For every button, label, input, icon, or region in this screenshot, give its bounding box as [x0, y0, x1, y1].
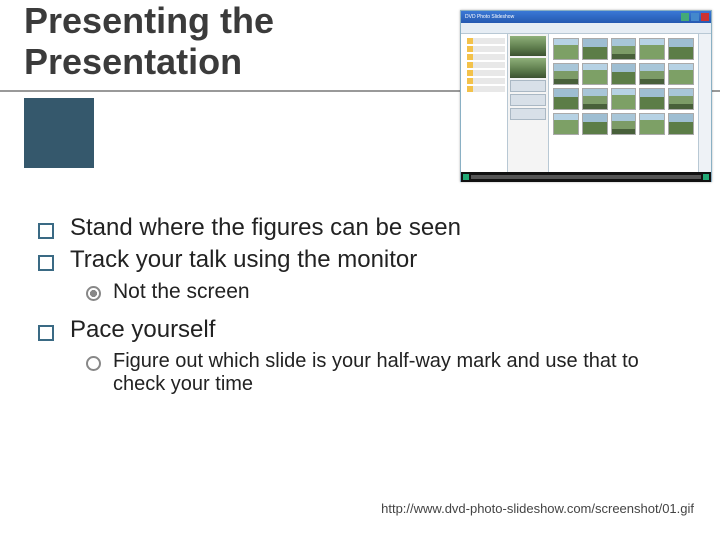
preview-tool	[510, 94, 546, 106]
circle-bullet-icon	[86, 356, 101, 371]
window-body	[461, 34, 711, 172]
photo-thumb	[553, 38, 579, 60]
photo-thumb	[668, 88, 694, 110]
photo-thumb	[611, 88, 637, 110]
window-titlebar: DVD Photo Slideshow	[461, 11, 711, 23]
photo-thumb	[553, 88, 579, 110]
folder-icon	[467, 38, 505, 44]
square-bullet-icon	[38, 223, 54, 239]
bullet-text: Track your talk using the monitor	[70, 246, 417, 274]
sub-bullet-item: Not the screen	[86, 280, 690, 304]
folder-tree	[461, 34, 508, 172]
window-toolbar	[461, 23, 711, 34]
photo-thumb	[611, 38, 637, 60]
slide: Presenting the Presentation DVD Photo Sl…	[0, 0, 720, 540]
photo-thumb	[553, 113, 579, 135]
maximize-icon	[691, 13, 699, 21]
photo-thumb	[582, 38, 608, 60]
preview-pane	[508, 34, 549, 172]
preview-thumb	[510, 58, 546, 78]
slide-title: Presenting the Presentation	[24, 0, 444, 83]
photo-thumb	[639, 113, 665, 135]
photo-thumb	[639, 38, 665, 60]
photo-thumb	[668, 113, 694, 135]
photo-thumb	[639, 63, 665, 85]
right-panel	[698, 34, 711, 172]
preview-thumb	[510, 36, 546, 56]
sub-bullet-item: Figure out which slide is your half-way …	[86, 350, 690, 396]
square-bullet-icon	[38, 255, 54, 271]
close-icon	[701, 13, 709, 21]
folder-icon	[467, 62, 505, 68]
folder-icon	[467, 54, 505, 60]
bullet-text: Stand where the figures can be seen	[70, 214, 461, 242]
photo-thumb	[553, 63, 579, 85]
photo-thumb	[611, 113, 637, 135]
minimize-icon	[681, 13, 689, 21]
status-bar	[471, 175, 701, 179]
preview-tool	[510, 108, 546, 120]
bullet-text: Not the screen	[113, 280, 250, 304]
bullet-item: Track your talk using the monitor	[38, 246, 690, 274]
status-chip	[463, 174, 469, 180]
bullet-item: Pace yourself	[38, 316, 690, 344]
folder-icon	[467, 46, 505, 52]
preview-tool	[510, 80, 546, 92]
folder-icon	[467, 78, 505, 84]
photo-thumb	[582, 63, 608, 85]
folder-icon	[467, 70, 505, 76]
target-bullet-icon	[86, 286, 101, 301]
bullet-text: Figure out which slide is your half-way …	[113, 350, 690, 396]
photo-thumb	[668, 63, 694, 85]
thumbnail-grid	[549, 34, 698, 172]
square-bullet-icon	[38, 325, 54, 341]
bullet-list: Stand where the figures can be seen Trac…	[28, 210, 690, 402]
bullet-item: Stand where the figures can be seen	[38, 214, 690, 242]
bottom-bar	[461, 172, 711, 182]
window-title: DVD Photo Slideshow	[463, 14, 679, 20]
status-chip	[703, 174, 709, 180]
image-citation: http://www.dvd-photo-slideshow.com/scree…	[381, 501, 694, 516]
photo-thumb	[582, 113, 608, 135]
bullet-text: Pace yourself	[70, 316, 215, 344]
embedded-screenshot: DVD Photo Slideshow	[460, 10, 712, 182]
photo-thumb	[668, 38, 694, 60]
accent-bar	[24, 98, 94, 168]
photo-thumb	[639, 88, 665, 110]
folder-icon	[467, 86, 505, 92]
photo-thumb	[582, 88, 608, 110]
photo-thumb	[611, 63, 637, 85]
